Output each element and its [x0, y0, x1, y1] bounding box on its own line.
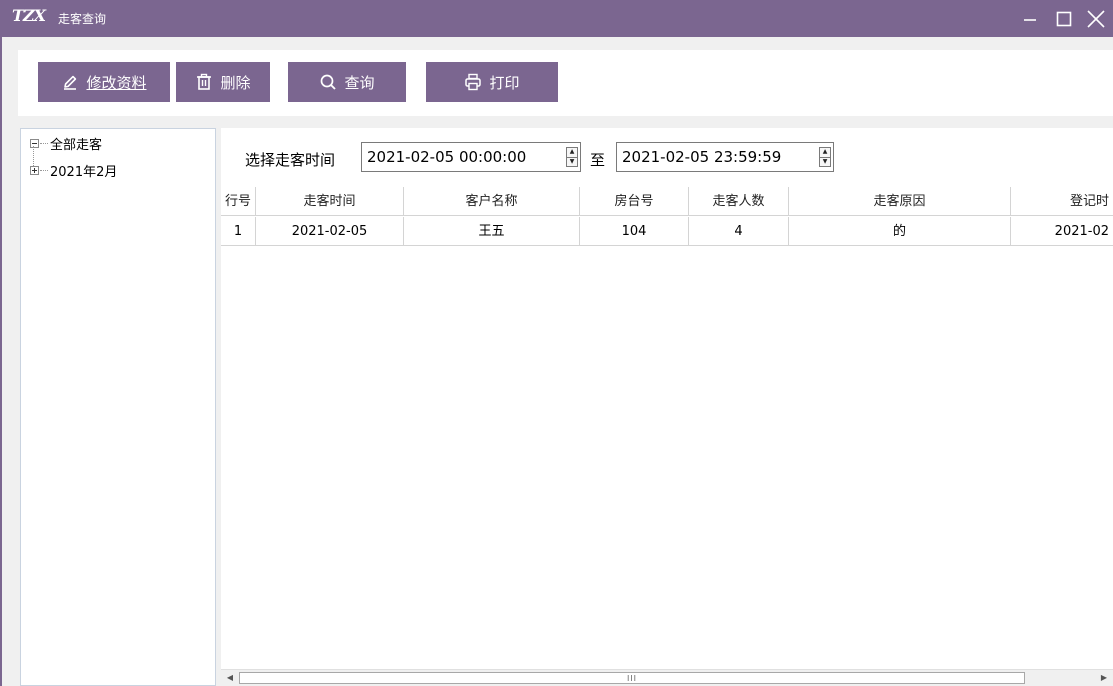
cell-checkout-time: 2021-02-05 [256, 217, 404, 246]
date-tree [20, 128, 216, 686]
close-icon [1087, 9, 1105, 28]
start-datetime-spinner[interactable]: ▲ ▼ [566, 147, 578, 167]
cell-checkout-reason: 的 [789, 217, 1011, 246]
horizontal-scrollbar[interactable]: ◀ III ▶ [221, 669, 1113, 686]
scroll-right-icon[interactable]: ▶ [1097, 671, 1111, 685]
scroll-left-icon[interactable]: ◀ [223, 671, 237, 685]
time-filter-label: 选择走客时间 [245, 151, 336, 169]
delete-button[interactable]: 删除 [176, 62, 270, 102]
col-header-checkout-reason[interactable]: 走客原因 [789, 187, 1011, 216]
window-title: 走客查询 [58, 12, 107, 26]
cell-room-no: 104 [580, 217, 689, 246]
spin-up-icon[interactable]: ▲ [820, 148, 830, 157]
print-button[interactable]: 打印 [426, 62, 558, 102]
tree-node-root-label: 全部走客 [50, 138, 103, 153]
edit-button-label: 修改资料 [86, 73, 147, 92]
end-datetime-value: 2021-02-05 23:59:59 [622, 148, 782, 166]
end-datetime-picker[interactable]: 2021-02-05 23:59:59 ▲ ▼ [616, 142, 834, 172]
spin-down-icon[interactable]: ▼ [820, 156, 830, 167]
app-logo: TZX [12, 6, 46, 25]
edit-button[interactable]: 修改资料 [38, 62, 170, 102]
trash-icon [195, 73, 213, 91]
delete-button-label: 删除 [220, 73, 251, 92]
col-header-guest-count[interactable]: 走客人数 [689, 187, 789, 216]
toolbar: 修改资料 删除 查询 打印 [18, 50, 1113, 116]
records-table: 行号 走客时间 客户名称 房台号 走客人数 走客原因 登记时 1 2021-02… [221, 187, 1113, 669]
range-separator: 至 [590, 151, 606, 169]
cell-customer-name: 王五 [404, 217, 580, 246]
spin-down-icon[interactable]: ▼ [567, 156, 577, 167]
main-pane: 选择走客时间 2021-02-05 00:00:00 ▲ ▼ 至 2021-02… [221, 128, 1113, 686]
window-edge [0, 37, 2, 686]
start-datetime-picker[interactable]: 2021-02-05 00:00:00 ▲ ▼ [361, 142, 581, 172]
expand-icon[interactable] [30, 166, 39, 175]
collapse-icon[interactable] [30, 139, 39, 148]
start-datetime-value: 2021-02-05 00:00:00 [367, 148, 527, 166]
tree-node-2021-02[interactable]: 2021年2月 [30, 161, 117, 180]
pencil-icon [61, 73, 79, 91]
search-button[interactable]: 查询 [288, 62, 406, 102]
cell-register-time: 2021-02 [1011, 217, 1113, 246]
tree-node-2021-02-label: 2021年2月 [50, 165, 118, 180]
tree-node-root[interactable]: 全部走客 [30, 134, 102, 153]
search-button-label: 查询 [344, 73, 375, 92]
minimize-button[interactable] [1013, 0, 1047, 37]
title-bar: TZX 走客查询 [0, 0, 1113, 37]
maximize-icon [1056, 11, 1072, 26]
end-datetime-spinner[interactable]: ▲ ▼ [819, 147, 831, 167]
filter-bar: 选择走客时间 2021-02-05 00:00:00 ▲ ▼ 至 2021-02… [221, 128, 1113, 186]
col-header-checkout-time[interactable]: 走客时间 [256, 187, 404, 216]
printer-icon [464, 73, 482, 91]
print-button-label: 打印 [489, 73, 520, 92]
col-header-customer-name[interactable]: 客户名称 [404, 187, 580, 216]
spin-up-icon[interactable]: ▲ [567, 148, 577, 157]
col-header-room-no[interactable]: 房台号 [580, 187, 689, 216]
cell-row-no: 1 [221, 217, 256, 246]
col-header-row-no[interactable]: 行号 [221, 187, 256, 216]
cell-guest-count: 4 [689, 217, 789, 246]
col-header-register-time[interactable]: 登记时 [1011, 187, 1113, 216]
maximize-button[interactable] [1047, 0, 1081, 37]
scrollbar-grip: III [626, 674, 638, 683]
minimize-icon [1024, 18, 1036, 21]
search-icon [319, 73, 337, 91]
scrollbar-thumb[interactable]: III [239, 672, 1025, 684]
close-button[interactable] [1079, 0, 1113, 37]
